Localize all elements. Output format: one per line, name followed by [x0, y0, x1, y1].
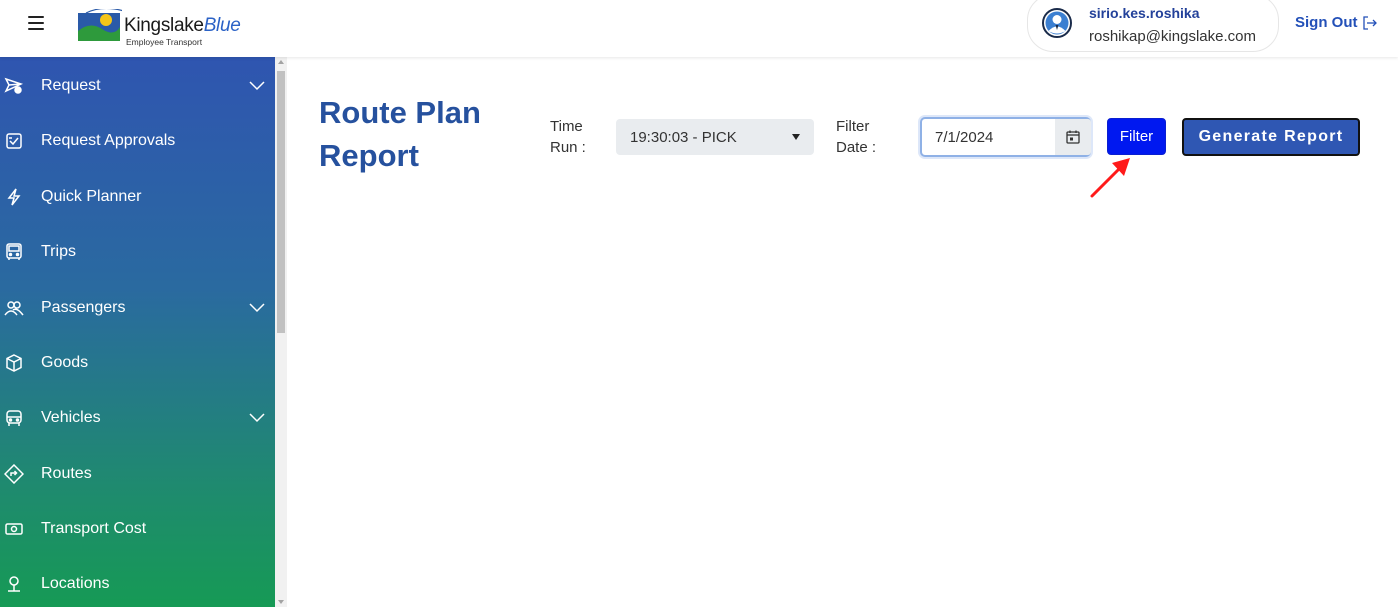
page-title: Route Plan Report [319, 95, 481, 173]
sidebar-item-label: Trips [41, 243, 76, 260]
user-email: roshikap@kingslake.com [1089, 28, 1256, 45]
sidebar-item-label: Routes [41, 465, 92, 482]
sidebar-item-trips[interactable]: Trips [0, 232, 275, 272]
sidebar-item-goods[interactable]: Goods [0, 343, 275, 383]
people-icon [4, 301, 24, 316]
checkbox-icon [6, 133, 22, 149]
annotation-arrow-icon [1090, 158, 1130, 198]
sidebar-item-label: Passengers [41, 299, 126, 316]
scroll-up-icon[interactable] [278, 60, 284, 64]
cash-icon [5, 523, 23, 535]
filter-date-input[interactable]: 7/1/2024 [920, 117, 1091, 157]
generate-report-button[interactable]: Generate Report [1182, 118, 1360, 156]
user-name: sirio.kes.roshika [1089, 5, 1200, 21]
logo-name: KingslakeBlue [124, 15, 241, 36]
logo-mark-icon [78, 9, 122, 41]
sidebar: Request Request Approvals Quick Planner … [0, 57, 275, 607]
time-run-select[interactable]: 19:30:03 - PICK [616, 119, 814, 155]
caret-down-icon [792, 134, 800, 140]
sidebar-item-label: Transport Cost [41, 520, 147, 537]
sign-out-button[interactable]: Sign Out [1295, 14, 1378, 31]
sidebar-scrollbar[interactable] [275, 57, 287, 607]
logo-tagline: Employee Transport [126, 37, 203, 47]
sidebar-item-request-approvals[interactable]: Request Approvals [0, 121, 275, 161]
sidebar-item-quick-planner[interactable]: Quick Planner [0, 177, 275, 217]
sidebar-item-label: Goods [41, 354, 89, 371]
top-header: KingslakeBlue Employee Transport sirio.k… [0, 0, 1398, 57]
menu-toggle-icon[interactable] [28, 16, 44, 30]
chevron-down-icon [249, 413, 265, 423]
user-profile[interactable]: sirio.kes.roshika roshikap@kingslake.com [1027, 0, 1279, 52]
sign-out-label: Sign Out [1295, 14, 1358, 31]
time-run-value: 19:30:03 - PICK [630, 128, 737, 146]
bus-front-icon [6, 243, 22, 260]
filter-date-value: 7/1/2024 [935, 129, 994, 146]
sign-out-icon [1362, 15, 1377, 30]
chevron-down-icon [249, 303, 265, 313]
app-logo[interactable]: KingslakeBlue Employee Transport [76, 3, 246, 49]
chevron-down-icon [249, 81, 265, 91]
sidebar-item-label: Vehicles [41, 409, 101, 426]
sidebar-item-routes[interactable]: Routes [0, 454, 275, 494]
sidebar-item-transport-cost[interactable]: Transport Cost [0, 509, 275, 549]
box-icon [6, 354, 22, 372]
paper-plane-icon [4, 77, 24, 94]
sidebar-item-label: Request [41, 77, 101, 94]
time-run-label: Time Run : [550, 118, 586, 156]
bus-icon [6, 410, 22, 426]
sidebar-item-label: Request Approvals [41, 132, 176, 149]
sidebar-item-passengers[interactable]: Passengers [0, 288, 275, 328]
scroll-down-icon[interactable] [278, 600, 284, 604]
scrollbar-thumb[interactable] [277, 71, 285, 333]
sign-icon [4, 464, 24, 484]
location-pin-icon [8, 576, 20, 592]
filter-date-label: Filter Date : [836, 118, 877, 156]
sidebar-item-vehicles[interactable]: Vehicles [0, 398, 275, 438]
sidebar-item-label: Locations [41, 575, 110, 592]
sidebar-item-label: Quick Planner [41, 188, 142, 205]
sidebar-item-request[interactable]: Request [0, 66, 275, 106]
lightning-icon [7, 188, 21, 206]
filter-button[interactable]: Filter [1107, 118, 1166, 155]
avatar-icon [1042, 8, 1072, 38]
sidebar-item-locations[interactable]: Locations [0, 564, 275, 604]
calendar-icon[interactable] [1055, 119, 1091, 155]
